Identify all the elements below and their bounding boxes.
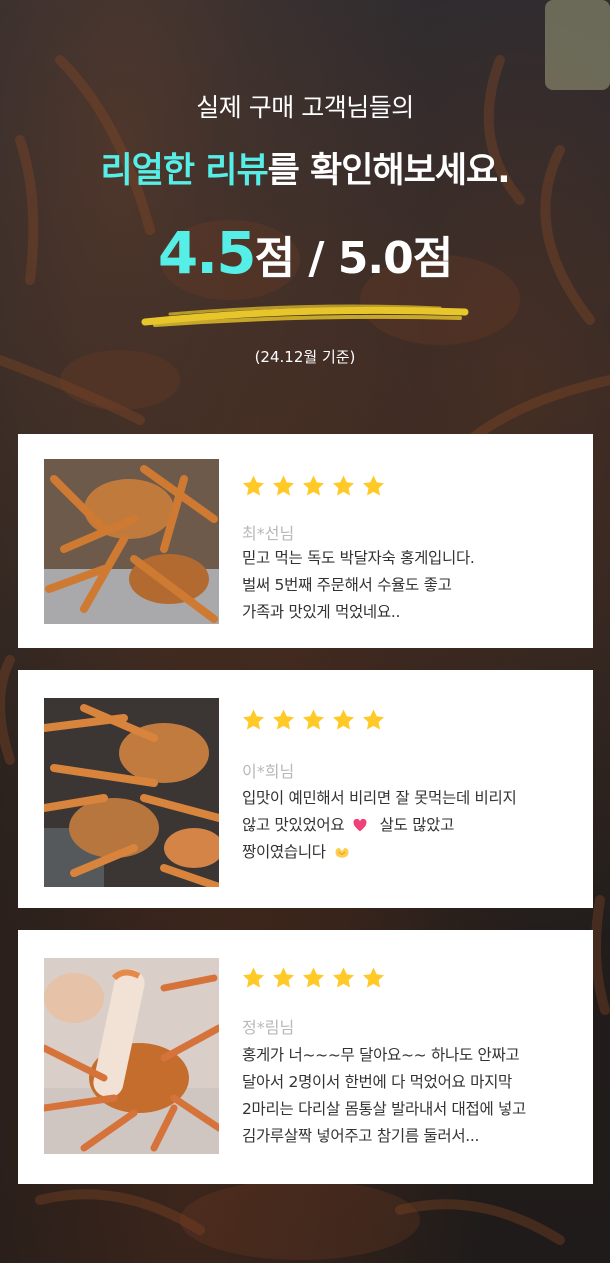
star-icon — [363, 709, 384, 730]
review-line: 믿고 먹는 독도 박달자숙 홍게입니다. — [242, 549, 475, 567]
header-headline: 리얼한 리뷰를 확인해보세요. — [0, 142, 610, 193]
review-card: 정*림님 홍게가 너~~~무 달아요~~ 하나도 안짜고 달아서 2명이서 한번… — [18, 930, 593, 1184]
heart-icon — [353, 819, 367, 832]
star-icon — [243, 709, 264, 730]
star-icon — [303, 967, 324, 988]
review-line-part: 살도 많았고 — [379, 816, 455, 834]
review-line: 짱이였습니다 — [242, 839, 582, 866]
review-line: 2마리는 다리살 몸통살 발라내서 대접에 넣고 — [242, 1100, 526, 1118]
star-icon — [333, 709, 354, 730]
rating-stars — [241, 966, 386, 990]
score-value: 4.5 — [157, 219, 257, 287]
headline-rest: 를 확인해보세요. — [267, 151, 511, 191]
review-line: 벌써 5번째 주문해서 수율도 좋고 — [242, 576, 452, 594]
star-icon — [273, 967, 294, 988]
star-icon — [363, 475, 384, 496]
review-text: 입맛이 예민해서 비리면 잘 못먹는데 비리지 않고 맛있었어요 살도 많았고 … — [242, 785, 582, 866]
review-line-part: 짱이였습니다 — [242, 843, 326, 861]
review-card: 최*선님 믿고 먹는 독도 박달자숙 홍게입니다. 벌써 5번째 주문해서 수율… — [18, 434, 593, 648]
star-icon — [243, 967, 264, 988]
header-subtitle: 실제 구매 고객님들의 — [196, 93, 414, 122]
review-line: 않고 맛있었어요 살도 많았고 — [242, 812, 582, 839]
star-icon — [363, 967, 384, 988]
review-author: 정*림님 — [242, 1018, 295, 1037]
review-author: 최*선님 — [242, 524, 295, 543]
star-icon — [333, 967, 354, 988]
rating-stars — [241, 474, 386, 498]
review-author: 이*희님 — [242, 762, 295, 781]
star-icon — [273, 709, 294, 730]
review-card: 이*희님 입맛이 예민해서 비리면 잘 못먹는데 비리지 않고 맛있었어요 살도… — [18, 670, 593, 908]
star-icon — [303, 709, 324, 730]
review-text: 홍게가 너~~~무 달아요~~ 하나도 안짜고 달아서 2명이서 한번에 다 먹… — [242, 1042, 582, 1150]
star-icon — [303, 475, 324, 496]
review-line: 입맛이 예민해서 비리면 잘 못먹는데 비리지 — [242, 789, 517, 807]
hands-icon — [335, 847, 349, 858]
star-icon — [273, 475, 294, 496]
review-line: 홍게가 너~~~무 달아요~~ 하나도 안짜고 — [242, 1046, 520, 1064]
headline-accent: 리얼한 리뷰 — [100, 151, 268, 191]
rating-score: 4.5점 / 5.0점 — [0, 224, 610, 282]
score-unit: 점 — [254, 233, 295, 284]
review-photo — [44, 459, 219, 624]
score-max: / 5.0점 — [294, 233, 453, 284]
review-line-part: 않고 맛있었어요 — [242, 816, 345, 834]
rating-stars — [241, 708, 386, 732]
star-icon — [333, 475, 354, 496]
review-photo — [44, 958, 219, 1154]
review-text: 믿고 먹는 독도 박달자숙 홍게입니다. 벌써 5번째 주문해서 수율도 좋고 … — [242, 545, 582, 626]
review-line: 가족과 맛있게 먹었네요.. — [242, 603, 401, 621]
star-icon — [243, 475, 264, 496]
review-photo — [44, 698, 219, 887]
review-line: 김가루살짝 넣어주고 참기름 둘러서... — [242, 1127, 480, 1145]
review-line: 달아서 2명이서 한번에 다 먹었어요 마지막 — [242, 1073, 513, 1091]
rating-basis-date: (24.12월 기준) — [254, 348, 356, 366]
score-underline — [141, 304, 469, 327]
